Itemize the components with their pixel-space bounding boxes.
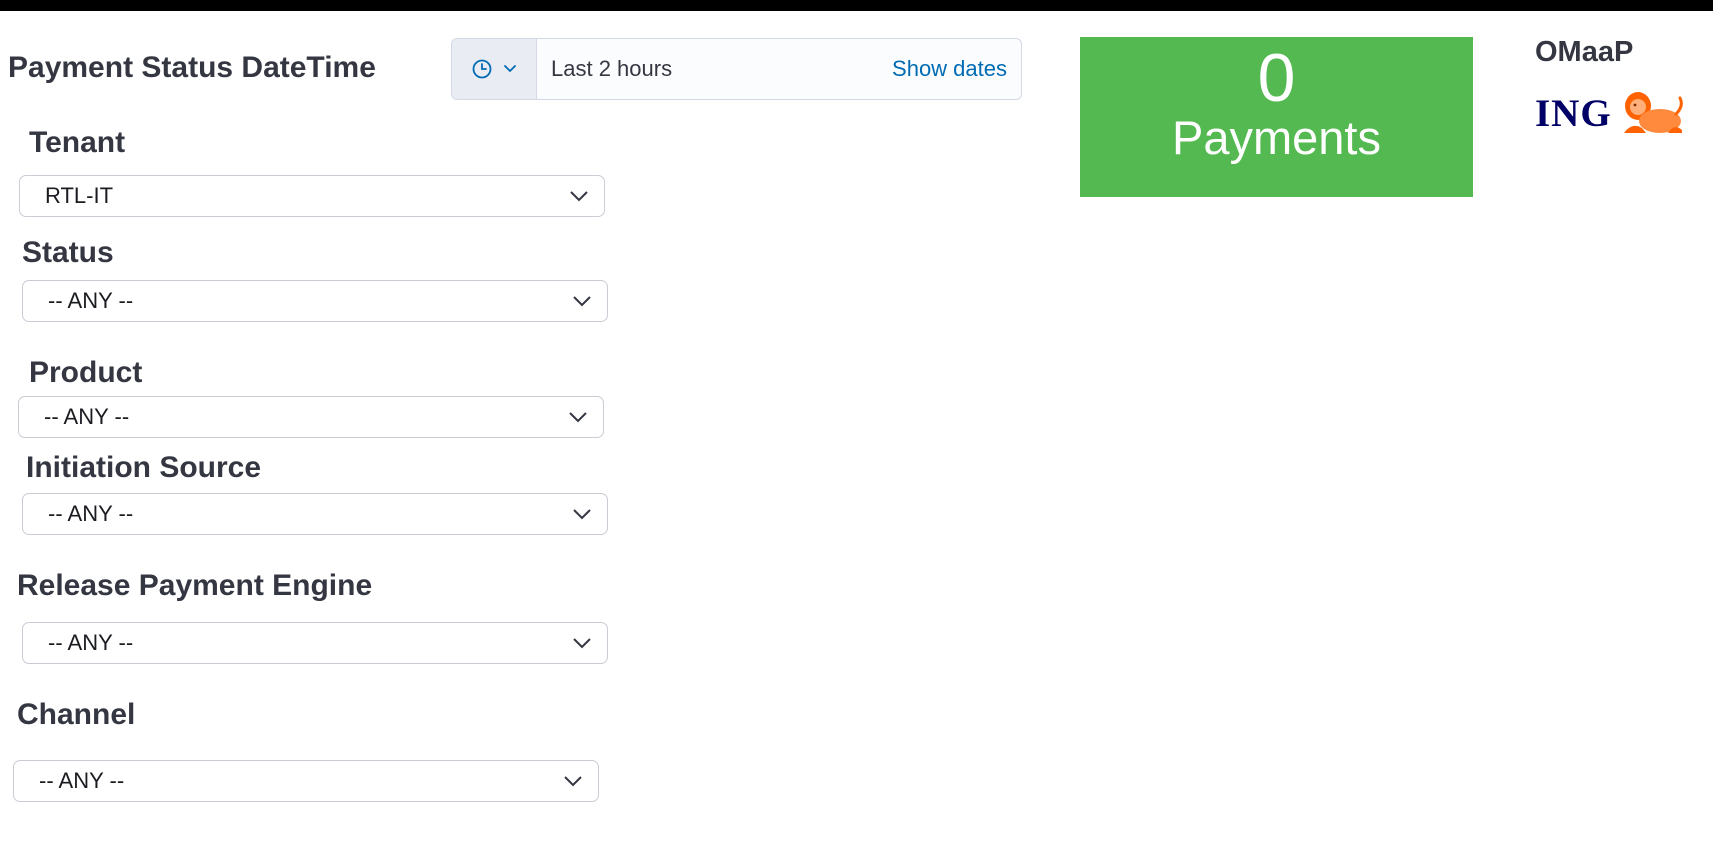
status-label: Status: [22, 236, 114, 269]
metric-value: 0: [1257, 40, 1296, 116]
metric-label: Payments: [1172, 111, 1381, 164]
tenant-label: Tenant: [29, 126, 126, 159]
date-range-text[interactable]: Last 2 hours: [537, 56, 892, 82]
channel-select[interactable]: -- ANY --: [13, 760, 599, 802]
initiation-source-label: Initiation Source: [26, 451, 262, 484]
initiation-source-select[interactable]: -- ANY --: [22, 493, 608, 535]
release-payment-engine-select-value: -- ANY --: [48, 630, 134, 655]
brand-title: OMaaP: [1535, 36, 1634, 68]
initiation-source-select-value: -- ANY --: [48, 501, 134, 526]
top-bar: [0, 0, 1713, 11]
quick-select-button[interactable]: [452, 39, 537, 99]
product-select[interactable]: -- ANY --: [18, 396, 604, 438]
clock-icon: [472, 59, 492, 79]
product-label: Product: [29, 356, 143, 389]
payments-metric: 0 Payments: [1080, 37, 1473, 197]
show-dates-link[interactable]: Show dates: [892, 56, 1021, 82]
chevron-down-icon: [504, 65, 516, 73]
product-select-value: -- ANY --: [44, 404, 130, 429]
status-select[interactable]: -- ANY --: [22, 280, 608, 322]
tenant-select[interactable]: RTL-IT: [19, 175, 605, 217]
release-payment-engine-label: Release Payment Engine: [17, 569, 373, 602]
page-title: Payment Status DateTime: [8, 51, 376, 84]
ing-logo: ING: [1535, 88, 1686, 138]
date-picker: Last 2 hours Show dates: [451, 38, 1022, 100]
chevron-down-icon: [569, 412, 587, 423]
tenant-select-value: RTL-IT: [45, 183, 114, 208]
channel-label: Channel: [17, 698, 136, 731]
chevron-down-icon: [573, 638, 591, 649]
status-select-value: -- ANY --: [48, 288, 134, 313]
channel-select-value: -- ANY --: [39, 768, 125, 793]
chevron-down-icon: [573, 509, 591, 520]
chevron-down-icon: [570, 191, 588, 202]
ing-logo-text: ING: [1535, 91, 1612, 135]
lion-icon: [1623, 92, 1683, 133]
release-payment-engine-select[interactable]: -- ANY --: [22, 622, 608, 664]
chevron-down-icon: [564, 776, 582, 787]
chevron-down-icon: [573, 296, 591, 307]
